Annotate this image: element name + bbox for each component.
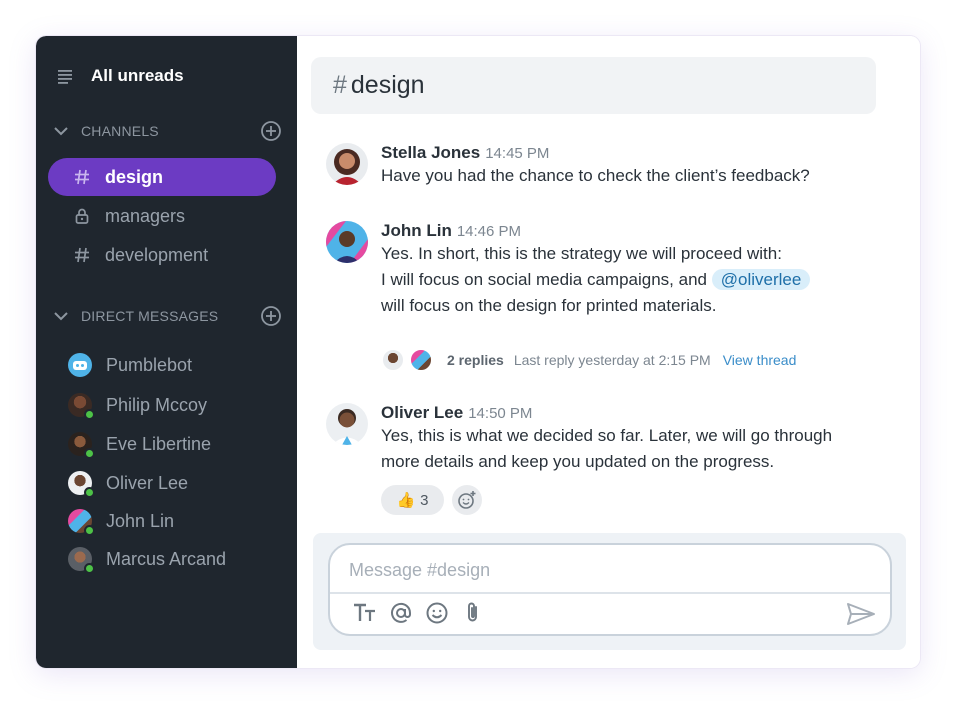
user-mention[interactable]: @oliverlee [711, 269, 811, 290]
hash-icon [75, 247, 89, 263]
send-button[interactable] [846, 601, 876, 627]
chevron-down-icon[interactable] [52, 307, 70, 325]
message-author[interactable]: Stella Jones [381, 143, 480, 162]
dm-label: Pumblebot [106, 354, 193, 375]
avatar[interactable] [326, 403, 368, 445]
sidebar: All unreads CHANNELS design managers dev… [36, 36, 297, 668]
thread-replies-count[interactable]: 2 replies [447, 352, 504, 368]
add-emoji-icon [458, 491, 476, 509]
at-sign-icon [391, 602, 412, 623]
smiley-icon [426, 602, 448, 624]
message-text: Yes, this is what we decided so far. Lat… [381, 426, 833, 445]
channel-header: # design [311, 57, 876, 114]
send-icon [847, 603, 875, 625]
message-text: more details and keep you updated on the… [381, 452, 775, 471]
thread-participant-avatar [409, 348, 433, 372]
message-author[interactable]: Oliver Lee [381, 403, 463, 422]
message-text: will focus on the design for printed mat… [381, 296, 717, 315]
avatar [68, 547, 95, 574]
mention-button[interactable] [388, 600, 414, 626]
avatar [68, 509, 95, 536]
thumbs-up-icon: 👍 [396, 492, 416, 509]
message-composer [328, 543, 892, 636]
channel-item-development[interactable]: development [48, 236, 276, 274]
channel-view: # design Stella Jones 14:45 PM Have you h… [297, 36, 920, 668]
list-icon [58, 70, 72, 84]
dm-item-pumblebot[interactable]: Pumblebot [68, 352, 192, 378]
composer-area [313, 533, 906, 650]
emoji-button[interactable] [424, 600, 450, 626]
message-text: Have you had the chance to check the cli… [381, 166, 810, 185]
dm-label: Marcus Arcand [106, 548, 227, 569]
chevron-down-icon[interactable] [52, 122, 70, 140]
channel-title: design [350, 71, 425, 99]
channel-label-managers: managers [105, 205, 186, 226]
message-time: 14:46 PM [456, 223, 522, 240]
thread-participant-avatar [381, 348, 405, 372]
message-time: 14:50 PM [468, 405, 533, 422]
dm-item-john-lin[interactable]: John Lin [68, 508, 175, 536]
view-thread-link[interactable]: View thread [723, 352, 797, 368]
thread-last-reply: Last reply yesterday at 2:15 PM [513, 352, 711, 368]
stella-jones-avatar-image [326, 143, 368, 185]
message-input[interactable] [349, 557, 849, 583]
message-text: I will focus on social media campaigns, … [381, 267, 881, 293]
dm-label: Philip Mccoy [106, 394, 208, 415]
online-status-dot [84, 409, 95, 420]
add-channel-icon[interactable] [260, 120, 282, 142]
online-status-dot [84, 448, 95, 459]
message-text: Yes. In short, this is the strategy we w… [381, 244, 782, 263]
hash-icon [75, 169, 89, 185]
app-window: All unreads CHANNELS design managers dev… [36, 36, 920, 668]
dm-label: John Lin [106, 510, 175, 531]
thread-summary[interactable]: 2 replies Last reply yesterday at 2:15 P… [381, 346, 796, 374]
channels-section-header[interactable]: CHANNELS [52, 119, 282, 143]
avatar [68, 432, 95, 459]
avatar [68, 393, 95, 420]
reaction-thumbs-up[interactable]: 👍 3 [381, 485, 444, 515]
dm-item-marcus-arcand[interactable]: Marcus Arcand [68, 546, 227, 574]
online-status-dot [84, 525, 95, 536]
channel-label-development: development [105, 244, 209, 265]
avatar[interactable] [326, 221, 368, 263]
channel-hash: # [333, 71, 347, 99]
channel-item-managers[interactable]: managers [48, 197, 276, 235]
avatar[interactable] [326, 143, 368, 185]
online-status-dot [84, 487, 95, 498]
john-lin-avatar-image [326, 221, 368, 263]
message-text-segment: I will focus on social media campaigns, … [381, 270, 707, 289]
add-direct-message-icon[interactable] [260, 305, 282, 327]
channel-item-design[interactable]: design [48, 158, 276, 196]
dm-item-philip-mccoy[interactable]: Philip Mccoy [68, 392, 208, 420]
message-time: 14:45 PM [485, 145, 550, 162]
reaction-count: 3 [420, 491, 429, 509]
dm-item-eve-libertine[interactable]: Eve Libertine [68, 431, 212, 459]
text-format-icon [354, 603, 375, 621]
text-format-button[interactable] [352, 600, 378, 626]
oliver-lee-avatar-image [326, 403, 368, 445]
dm-label: Oliver Lee [106, 472, 189, 493]
online-status-dot [84, 563, 95, 574]
channel-label-design: design [105, 166, 164, 187]
direct-messages-header-label: DIRECT MESSAGES [81, 308, 219, 324]
dm-label: Eve Libertine [106, 433, 212, 454]
paperclip-icon [468, 602, 477, 622]
add-reaction-button[interactable] [452, 485, 482, 515]
lock-icon [75, 208, 89, 224]
channels-header-label: CHANNELS [81, 123, 159, 139]
composer-divider [330, 592, 890, 594]
attach-button[interactable] [460, 600, 486, 626]
dm-item-oliver-lee[interactable]: Oliver Lee [68, 470, 189, 498]
message-author[interactable]: John Lin [381, 221, 452, 240]
avatar [68, 471, 95, 498]
all-unreads-item[interactable]: All unreads [56, 64, 184, 88]
robot-icon [73, 361, 87, 370]
bot-avatar [68, 353, 92, 377]
all-unreads-label: All unreads [91, 66, 184, 85]
direct-messages-section-header[interactable]: DIRECT MESSAGES [52, 304, 282, 328]
